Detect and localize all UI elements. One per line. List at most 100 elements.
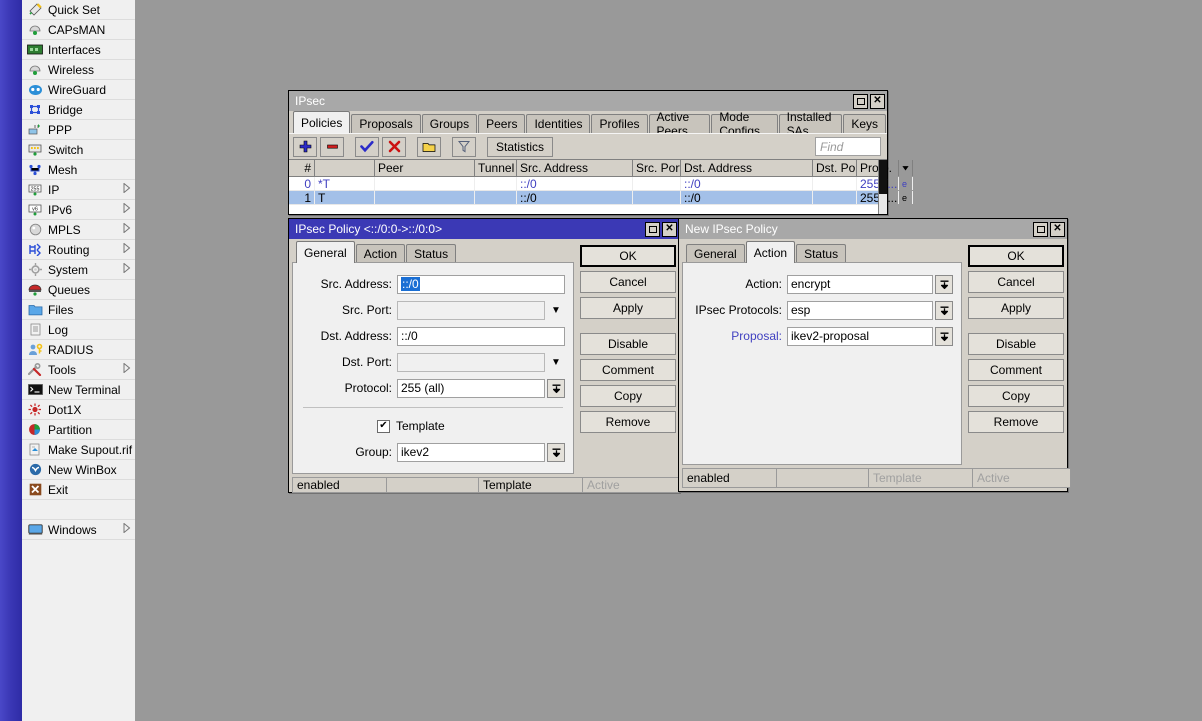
filter-button[interactable] xyxy=(452,136,476,157)
close-icon[interactable]: ✕ xyxy=(662,221,677,237)
disable-button[interactable] xyxy=(382,136,406,157)
maximize-icon[interactable] xyxy=(853,93,868,109)
new-policy-apply-button[interactable]: Apply xyxy=(968,297,1064,319)
sidebar-item-tools[interactable]: Tools xyxy=(22,360,135,380)
policy-tab-general[interactable]: General xyxy=(296,241,355,263)
close-icon[interactable]: ✕ xyxy=(1050,221,1065,237)
policy-tab-status[interactable]: Status xyxy=(406,244,457,263)
sidebar-item-log[interactable]: Log xyxy=(22,320,135,340)
sidebar-item-exit[interactable]: Exit xyxy=(22,480,135,500)
ipsec-tab-mode-configs[interactable]: Mode Configs xyxy=(711,110,778,138)
dst-address-input[interactable]: ::/0 xyxy=(397,326,565,346)
sidebar-item-make-supout-rif[interactable]: Make Supout.rif xyxy=(22,440,135,460)
find-input[interactable]: Find xyxy=(815,137,881,156)
ipsec-policy-dialog-titlebar[interactable]: IPsec Policy <::/0:0->::/0:0> ✕ xyxy=(289,219,679,239)
ipsec-tab-proposals[interactable]: Proposals xyxy=(351,114,421,133)
sidebar-item-ipv6[interactable]: v6 IPv6 xyxy=(22,200,135,220)
policy-copy-button[interactable]: Copy xyxy=(580,385,676,407)
ipsec-tab-keys[interactable]: Keys xyxy=(843,114,886,133)
sidebar-item-new-terminal[interactable]: New Terminal xyxy=(22,380,135,400)
sidebar-item-mesh[interactable]: Mesh xyxy=(22,160,135,180)
column-header[interactable] xyxy=(315,160,375,176)
table-row[interactable]: 0 *T::/0::/0 255 (... e xyxy=(289,177,913,191)
ipsec-tab-profiles[interactable]: Profiles xyxy=(591,114,648,133)
sidebar-item-new-winbox[interactable]: New WinBox xyxy=(22,460,135,480)
policy-tab-action[interactable]: Action xyxy=(355,244,406,263)
maximize-icon[interactable] xyxy=(645,221,660,237)
column-header[interactable]: Peer xyxy=(375,160,475,176)
policy-comment-button[interactable]: Comment xyxy=(580,359,676,381)
statistics-button[interactable]: Statistics xyxy=(487,136,554,157)
sidebar-item-partition[interactable]: Partition xyxy=(22,420,135,440)
ipsec-policy-dialog[interactable]: IPsec Policy <::/0:0->::/0:0> ✕ General A… xyxy=(288,218,681,493)
sidebar-item-ip[interactable]: 255 IP xyxy=(22,180,135,200)
new-policy-disable-button[interactable]: Disable xyxy=(968,333,1064,355)
table-row[interactable]: 1 T::/0::/0 255 (... e xyxy=(289,191,913,205)
protocol-input[interactable]: 255 (all) xyxy=(397,378,545,398)
proposal-dropdown-icon[interactable] xyxy=(935,326,953,346)
sidebar-item-windows[interactable]: Windows xyxy=(22,520,135,540)
column-header[interactable]: Src. Port xyxy=(633,160,681,176)
table-scrollbar[interactable] xyxy=(878,160,887,214)
sidebar-item-files[interactable]: Files xyxy=(22,300,135,320)
column-header[interactable]: Dst. Port xyxy=(813,160,857,176)
ipsec-tab-groups[interactable]: Groups xyxy=(421,114,478,133)
sidebar-item-wireguard[interactable]: WireGuard xyxy=(22,80,135,100)
policy-apply-button[interactable]: Apply xyxy=(580,297,676,319)
new-policy-tab-action[interactable]: Action xyxy=(745,241,796,263)
src-address-input[interactable]: ::/0 xyxy=(397,274,565,294)
sidebar-item-radius[interactable]: RADIUS xyxy=(22,340,135,360)
chevron-down-icon[interactable]: ▼ xyxy=(547,353,565,372)
template-checkbox[interactable]: ✔ xyxy=(377,419,390,433)
ipsec-tab-active-peers[interactable]: Active Peers xyxy=(648,110,711,138)
close-icon[interactable]: ✕ xyxy=(870,93,885,109)
ipsec-tab-identities[interactable]: Identities xyxy=(526,114,591,133)
sidebar-item-dot1x[interactable]: Dot1X xyxy=(22,400,135,420)
ipsec-window-titlebar[interactable]: IPsec ✕ xyxy=(289,91,887,111)
policy-disable-button[interactable]: Disable xyxy=(580,333,676,355)
column-menu-icon[interactable] xyxy=(899,160,913,176)
sidebar-item-queues[interactable]: Queues xyxy=(22,280,135,300)
new-policy-tab-status[interactable]: Status xyxy=(796,244,847,263)
sidebar-item-interfaces[interactable]: Interfaces xyxy=(22,40,135,60)
new-policy-cancel-button[interactable]: Cancel xyxy=(968,271,1064,293)
group-input[interactable]: ikev2 xyxy=(397,442,545,462)
enable-button[interactable] xyxy=(355,136,379,157)
sidebar-item-switch[interactable]: Switch xyxy=(22,140,135,160)
new-ipsec-policy-dialog[interactable]: New IPsec Policy ✕ General Action Status A… xyxy=(678,218,1071,492)
protocol-dropdown-icon[interactable] xyxy=(547,378,565,398)
column-header[interactable]: # xyxy=(289,160,315,176)
maximize-icon[interactable] xyxy=(1033,221,1048,237)
sidebar-item-ppp[interactable]: PPP xyxy=(22,120,135,140)
ipsec-protocols-dropdown-icon[interactable] xyxy=(935,300,953,320)
sidebar-item-routing[interactable]: Routing xyxy=(22,240,135,260)
sidebar-item-bridge[interactable]: Bridge xyxy=(22,100,135,120)
scrollbar-thumb[interactable] xyxy=(879,160,887,194)
ipsec-protocols-input[interactable]: esp xyxy=(787,300,933,320)
new-ipsec-policy-dialog-titlebar[interactable]: New IPsec Policy ✕ xyxy=(679,219,1067,239)
column-header[interactable]: Tunnel xyxy=(475,160,517,176)
sidebar-item-system[interactable]: System xyxy=(22,260,135,280)
sidebar-item-quick-set[interactable]: Quick Set xyxy=(22,0,135,20)
new-policy-ok-button[interactable]: OK xyxy=(968,245,1064,267)
action-input[interactable]: encrypt xyxy=(787,274,933,294)
ipsec-tab-policies[interactable]: Policies xyxy=(293,111,351,133)
column-header[interactable]: Src. Address xyxy=(517,160,633,176)
new-policy-remove-button[interactable]: Remove xyxy=(968,411,1064,433)
new-policy-comment-button[interactable]: Comment xyxy=(968,359,1064,381)
proposal-input[interactable]: ikev2-proposal xyxy=(787,326,933,346)
remove-button[interactable] xyxy=(320,136,344,157)
new-policy-tab-general[interactable]: General xyxy=(686,244,745,263)
sidebar-item-mpls[interactable]: MPLS xyxy=(22,220,135,240)
ipsec-tab-installed-sas[interactable]: Installed SAs xyxy=(778,110,843,138)
column-header[interactable]: Dst. Address xyxy=(681,160,813,176)
add-button[interactable] xyxy=(293,136,317,157)
action-dropdown-icon[interactable] xyxy=(935,274,953,294)
policy-cancel-button[interactable]: Cancel xyxy=(580,271,676,293)
sidebar-item-wireless[interactable]: Wireless xyxy=(22,60,135,80)
src-port-input[interactable] xyxy=(397,300,545,320)
group-dropdown-icon[interactable] xyxy=(547,442,565,462)
ipsec-window[interactable]: IPsec ✕ Policies Proposals Groups Peers Iden… xyxy=(288,90,913,215)
chevron-down-icon[interactable]: ▼ xyxy=(547,301,565,320)
policy-ok-button[interactable]: OK xyxy=(580,245,676,267)
